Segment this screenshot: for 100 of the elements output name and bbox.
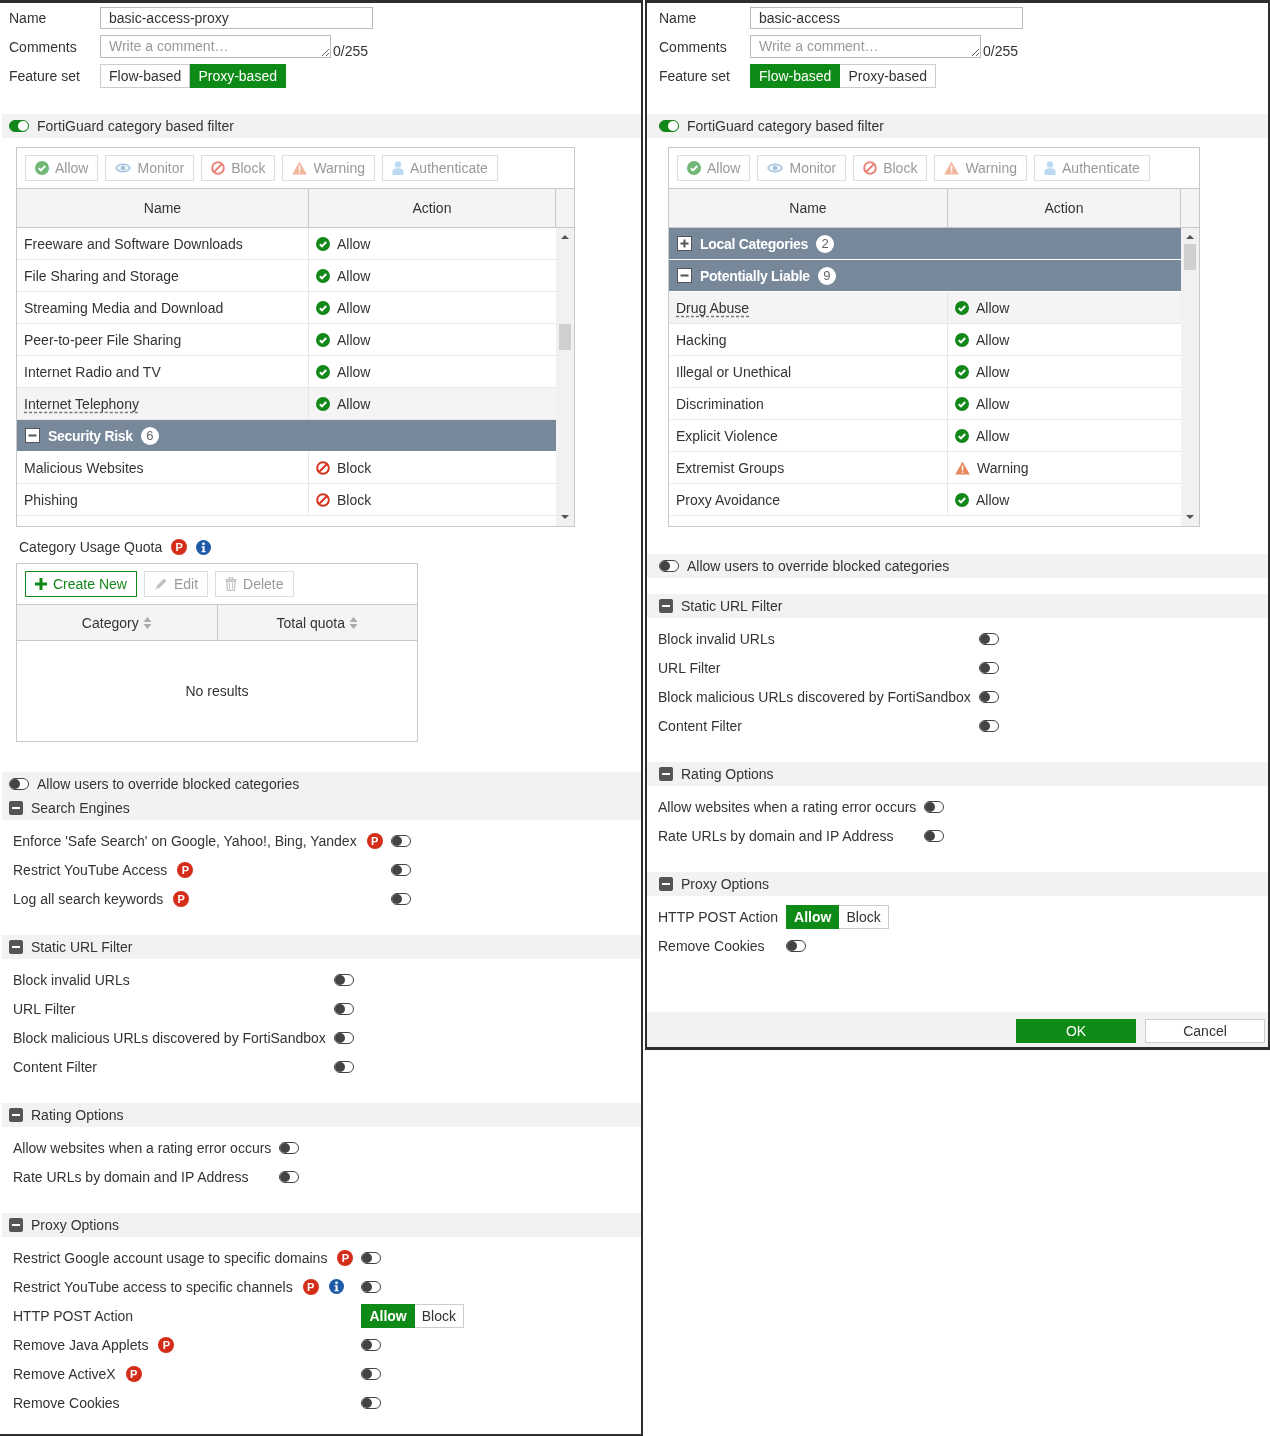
toggle-switch[interactable] [279, 1141, 300, 1154]
option-label: HTTP POST Action [13, 1307, 134, 1324]
toggle-switch[interactable] [333, 1060, 354, 1073]
toggle-switch[interactable] [333, 1031, 354, 1044]
name-field[interactable]: basic-access [750, 6, 1023, 29]
comment-field[interactable]: Write a comment… [750, 35, 981, 58]
option-label: URL Filter [13, 1000, 76, 1017]
trash-icon [225, 577, 238, 591]
category-name: Peer-to-peer File Sharing [24, 331, 182, 348]
toggle-switch[interactable] [361, 1280, 382, 1293]
proxy-badge: P [337, 1249, 354, 1266]
toggle-switch[interactable] [361, 1251, 382, 1264]
column-header[interactable]: Total quota [276, 614, 345, 631]
category-name: Drug Abuse [676, 299, 750, 316]
name-field[interactable]: basic-access-proxy [100, 6, 373, 29]
table-row[interactable]: Peer-to-peer File Sharing Allow [17, 324, 556, 356]
table-row[interactable]: Extremist Groups Warning [669, 452, 1181, 484]
option-label: Remove Java Applets [13, 1336, 149, 1353]
table-row[interactable]: File Sharing and Storage Allow [17, 260, 556, 292]
segment-option[interactable]: Proxy-based [840, 63, 936, 88]
segment-option[interactable]: Allow [361, 1303, 415, 1328]
field-label: Feature set [659, 67, 731, 84]
group-row[interactable]: Local Categories 2 [669, 228, 1181, 260]
toggle-switch[interactable] [390, 863, 411, 876]
action-label: Allow [976, 491, 1010, 508]
section-title: Search Engines [31, 800, 130, 816]
toggle-switch[interactable] [659, 560, 679, 572]
segment-option[interactable]: Block [414, 1303, 464, 1328]
proxy-badge: P [173, 890, 190, 907]
table-row[interactable]: Discrimination Allow [669, 388, 1181, 420]
option-label: Restrict Google account usage to specific domains [13, 1249, 328, 1266]
collapse-icon [25, 428, 40, 443]
group-row[interactable]: Potentially Liable 9 [669, 260, 1181, 292]
proxy-badge: P [302, 1278, 319, 1295]
cancel-button[interactable]: Cancel [1145, 1019, 1265, 1043]
toggle-switch[interactable] [786, 939, 807, 952]
toggle-switch[interactable] [9, 778, 29, 790]
check-circle-icon [35, 161, 49, 175]
proxy-badge: P [366, 832, 383, 849]
toggle-switch[interactable] [978, 632, 999, 645]
column-header[interactable]: Category [81, 614, 139, 631]
person-icon [392, 161, 404, 175]
warning-icon [944, 161, 960, 175]
ok-button[interactable]: OK [1016, 1019, 1136, 1043]
segment-option[interactable]: Allow [786, 904, 840, 929]
toggle-switch[interactable] [361, 1396, 382, 1409]
table-row[interactable]: Internet Telephony Allow [17, 388, 556, 420]
table-row[interactable]: Explicit Violence Allow [669, 420, 1181, 452]
proxy-badge: P [158, 1336, 175, 1353]
check-circle-icon [316, 396, 330, 411]
check-circle-icon [687, 161, 701, 175]
check-circle-icon [955, 492, 969, 507]
check-circle-icon [316, 236, 330, 251]
toggle-switch[interactable] [333, 973, 354, 986]
collapse-icon [677, 268, 692, 283]
toggle-switch[interactable] [924, 800, 945, 813]
category-name: Illegal or Unethical [676, 363, 792, 380]
toggle-switch[interactable] [390, 892, 411, 905]
table-row[interactable]: Hacking Allow [669, 324, 1181, 356]
field-label: Name [659, 9, 698, 26]
toggle-switch[interactable] [333, 1002, 354, 1015]
option-label: Content Filter [658, 717, 743, 734]
table-row[interactable]: Malicious Websites Block [17, 452, 556, 484]
toggle-switch[interactable] [361, 1338, 382, 1351]
option-label: Rate URLs by domain and IP Address [13, 1168, 249, 1185]
option-label: URL Filter [658, 659, 721, 676]
table-row[interactable]: Streaming Media and Download Allow [17, 292, 556, 324]
group-row[interactable]: Security Risk 6 [17, 420, 556, 452]
segment-option[interactable]: Block [839, 904, 889, 929]
table-row[interactable]: Freeware and Software Downloads Allow [17, 228, 556, 260]
table-row[interactable]: Drug Abuse Allow [669, 292, 1181, 324]
option-label: Log all search keywords [13, 890, 164, 907]
toggle-switch[interactable] [361, 1367, 382, 1380]
toggle-switch[interactable] [978, 719, 999, 732]
table-row[interactable]: Illegal or Unethical Allow [669, 356, 1181, 388]
action-label: Block [337, 459, 372, 476]
info-icon [196, 539, 212, 555]
option-label: Content Filter [13, 1058, 98, 1075]
toggle-switch[interactable] [978, 661, 999, 674]
toggle-switch[interactable] [978, 690, 999, 703]
category-name: Discrimination [676, 395, 764, 412]
table-row[interactable]: Proxy Avoidance Allow [669, 484, 1181, 516]
action-label: Allow [976, 331, 1010, 348]
toggle-switch[interactable] [390, 834, 411, 847]
group-name: Local Categories [700, 235, 808, 252]
table-row[interactable]: Phishing Block [17, 484, 556, 516]
toggle-switch[interactable] [279, 1170, 300, 1183]
group-name: Potentially Liable [700, 267, 810, 284]
check-circle-icon [316, 364, 330, 379]
option-label: Remove Cookies [13, 1394, 120, 1411]
toolbar-button[interactable]: Create New [25, 571, 137, 597]
segment-option[interactable]: Flow-based [100, 63, 191, 88]
category-name: Streaming Media and Download [24, 299, 224, 316]
action-label: Allow [337, 235, 371, 252]
segment-option[interactable]: Proxy-based [190, 63, 286, 88]
toggle-switch[interactable] [9, 120, 29, 132]
toggle-switch[interactable] [659, 120, 679, 132]
toggle-switch[interactable] [924, 829, 945, 842]
segment-option[interactable]: Flow-based [750, 63, 841, 88]
comment-field[interactable]: Write a comment… [100, 35, 331, 58]
